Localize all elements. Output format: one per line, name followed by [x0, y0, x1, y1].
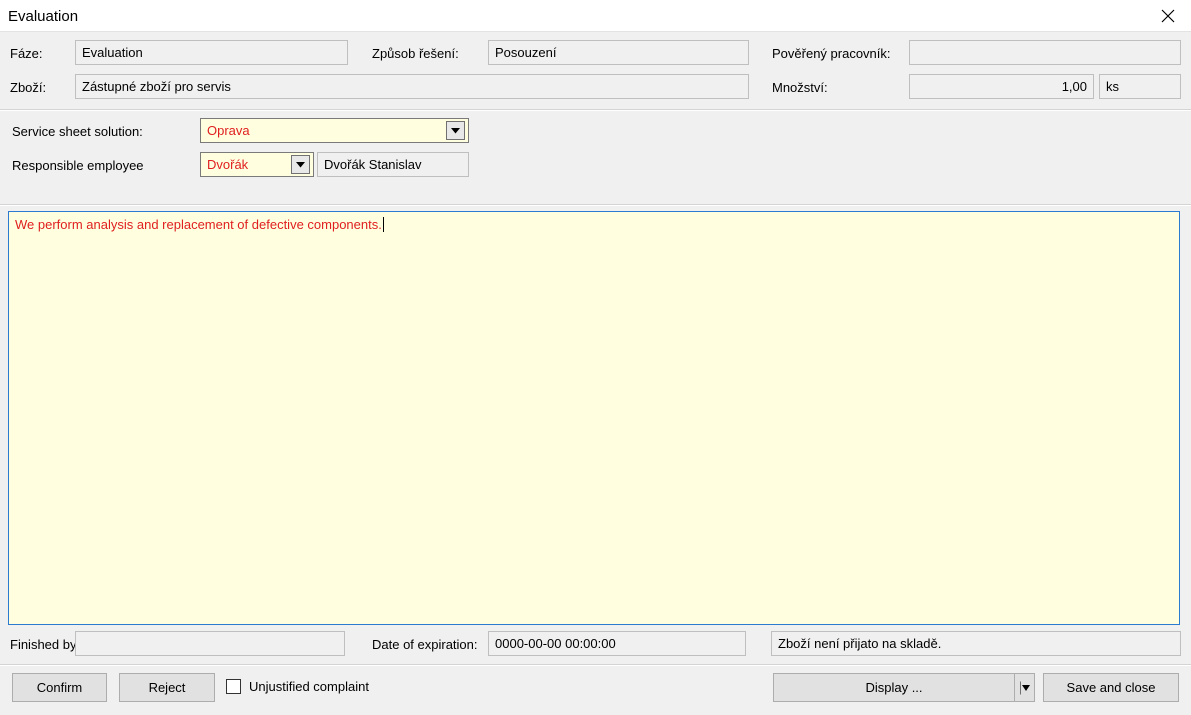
- zbozi-field: Zástupné zboží pro servis: [75, 74, 749, 99]
- employee-label: Responsible employee: [12, 158, 144, 173]
- zbozi-label: Zboží:: [10, 80, 47, 95]
- expiration-label: Date of expiration:: [372, 637, 478, 652]
- unjustified-complaint-label: Unjustified complaint: [249, 679, 369, 694]
- solution-select[interactable]: Oprava: [200, 118, 469, 143]
- chevron-down-icon: [296, 161, 305, 167]
- finished-field: [75, 631, 345, 656]
- title-bar: Evaluation: [0, 0, 1191, 32]
- faze-field: Evaluation: [75, 40, 348, 65]
- unjustified-complaint-option[interactable]: Unjustified complaint: [226, 679, 369, 694]
- reject-button[interactable]: Reject: [119, 673, 215, 702]
- text-caret: [382, 217, 384, 232]
- window-title: Evaluation: [8, 8, 79, 25]
- finished-label: Finished by: [10, 637, 77, 652]
- confirm-button[interactable]: Confirm: [12, 673, 107, 702]
- display-button[interactable]: Display ...: [773, 673, 1015, 702]
- display-dropdown-button[interactable]: [1014, 673, 1035, 702]
- expiration-field: 0000-00-00 00:00:00: [488, 631, 746, 656]
- mnozstvi-field: 1,00: [909, 74, 1094, 99]
- chevron-down-icon: [1019, 681, 1030, 694]
- solution-text: We perform analysis and replacement of d…: [15, 217, 382, 232]
- employee-dropdown-button[interactable]: [291, 155, 310, 174]
- solution-dropdown-button[interactable]: [446, 121, 465, 140]
- unjustified-complaint-checkbox[interactable]: [226, 679, 241, 694]
- povereny-field: [909, 40, 1181, 65]
- solution-label: Service sheet solution:: [12, 124, 143, 139]
- employee-name-field: Dvořák Stanislav: [317, 152, 469, 177]
- povereny-label: Pověřený pracovník:: [772, 46, 891, 61]
- unit-field: ks: [1099, 74, 1181, 99]
- mnozstvi-label: Množství:: [772, 80, 828, 95]
- chevron-down-icon: [451, 127, 460, 133]
- solution-text-area[interactable]: We perform analysis and replacement of d…: [8, 211, 1180, 625]
- close-icon: [1161, 9, 1175, 23]
- stock-status-field: Zboží není přijato na skladě.: [771, 631, 1181, 656]
- faze-label: Fáze:: [10, 46, 43, 61]
- zpusob-field: Posouzení: [488, 40, 749, 65]
- zpusob-label: Způsob řešení:: [372, 46, 459, 61]
- save-and-close-button[interactable]: Save and close: [1043, 673, 1179, 702]
- divider-highlight: [0, 205, 1191, 206]
- solution-value: Oprava: [207, 123, 250, 138]
- divider-highlight: [0, 665, 1191, 666]
- employee-select[interactable]: Dvořák: [200, 152, 314, 177]
- close-button[interactable]: [1145, 0, 1191, 32]
- employee-code: Dvořák: [207, 157, 249, 172]
- divider-highlight: [0, 110, 1191, 111]
